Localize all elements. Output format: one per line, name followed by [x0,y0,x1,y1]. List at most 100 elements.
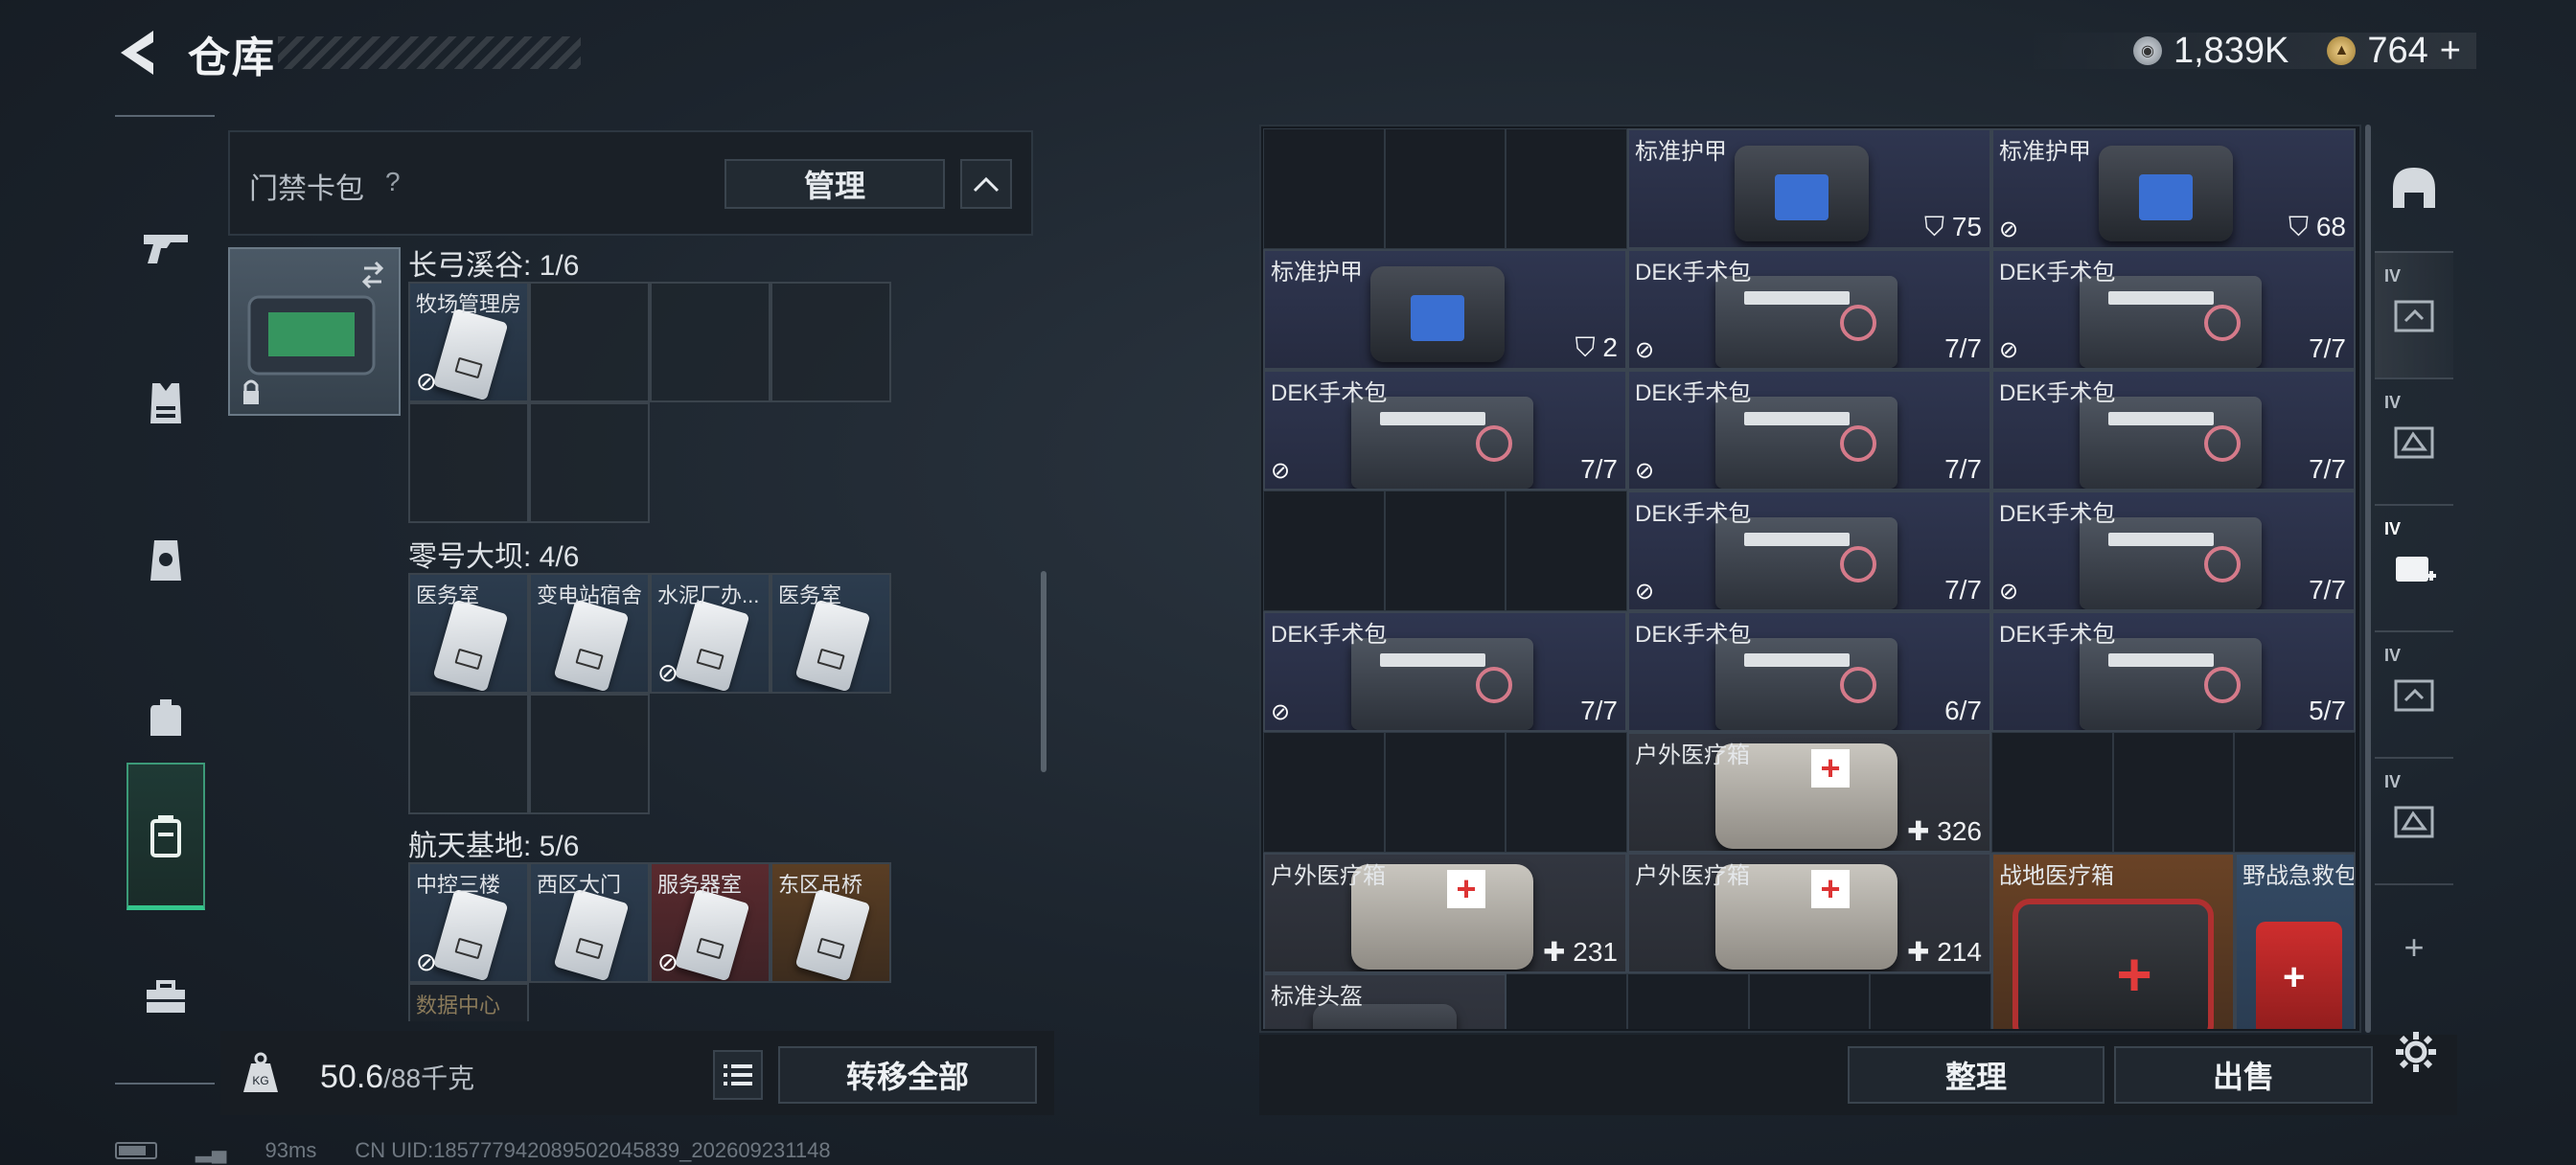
stash-empty-cell[interactable] [1870,973,1991,1029]
settings-button[interactable] [2392,1025,2440,1079]
armor-plate-alt-icon-2 [2394,806,2434,838]
stash-empty-cell[interactable] [1627,973,1749,1029]
stash-item-surgery-kit[interactable]: DEK手术包 ⊘ 7/7 [1627,491,1991,611]
stash-item-surgery-kit[interactable]: DEK手术包 ⊘ 7/7 [1263,611,1627,732]
add-filter-tab[interactable]: + [2375,883,2453,1010]
stash-empty-cell[interactable] [1263,732,1385,853]
stash-item-helmet[interactable]: 标准头盔 [1263,973,1506,1029]
keycard-slot[interactable]: 医务室 [770,573,891,694]
stash-item-outdoor-medkit[interactable]: 户外医疗箱 ✚ 326 [1627,732,1991,853]
stash-item-surgery-kit[interactable]: DEK手术包 ⊘ 7/7 [1627,249,1991,370]
stash-item-surgery-kit[interactable]: DEK手术包 ⊘ 7/7 [1991,491,2356,611]
gun-icon [144,235,188,263]
stash-empty-cell[interactable] [1506,732,1627,853]
stash-empty-cell[interactable] [1506,973,1627,1029]
shield-icon: ⛉ [1924,212,1945,241]
keycard-slot[interactable]: 中控三楼 ⊘ [408,862,529,983]
stash-item-surgery-kit[interactable]: DEK手术包 ⊘ 7/7 [1627,370,1991,491]
stash-empty-cell[interactable] [1384,491,1506,611]
stash-item-surgery-kit[interactable]: DEK手术包 5/7 [1991,611,2356,732]
empty-keycard-slot[interactable] [650,282,770,402]
list-view-button[interactable] [713,1050,763,1100]
manage-button[interactable]: 管理 [724,159,945,209]
stash-item-surgery-kit[interactable]: DEK手术包 ⊘ 7/7 [1263,370,1627,491]
stash-empty-cell[interactable] [2234,732,2356,853]
filter-helmet[interactable] [2375,125,2453,251]
filter-medkit[interactable]: IV [2375,504,2453,630]
nav-weapons[interactable] [126,174,205,322]
nav-keycard-case[interactable] [126,763,205,910]
weight-unit-label: KG [252,1074,268,1087]
stash-item-outdoor-medkit[interactable]: 户外医疗箱 ✚ 214 [1627,853,1991,973]
back-button[interactable] [115,27,161,79]
stash-item-armor[interactable]: 标准护甲 ⛉ 2 [1263,249,1627,370]
keycard-case-slot[interactable] [228,247,401,416]
keycard-label: 数据中心 [416,994,501,1017]
empty-keycard-slot[interactable] [529,402,650,523]
right-filter-nav: IV IV IV IV IV + [2375,125,2453,1033]
stash-empty-cell[interactable] [1991,732,2113,853]
stash-item-outdoor-medkit[interactable]: 户外医疗箱 ✚ 231 [1263,853,1627,973]
stash-empty-cell[interactable] [1263,128,1385,249]
armor-icon [1735,146,1869,241]
no-trade-icon: ⊘ [657,948,678,976]
empty-keycard-slot[interactable] [408,694,529,814]
keycard-slot[interactable]: 牧场管理房 ⊘ [408,282,529,402]
stash-empty-cell[interactable] [1384,732,1506,853]
nav-toolbox[interactable] [126,924,205,1071]
weight-current: 50.6 [320,1059,384,1095]
empty-keycard-slot[interactable] [770,282,891,402]
stash-empty-cell[interactable] [1506,491,1627,611]
stash-item-armor[interactable]: 标准护甲 ⊘ ⛉ 68 [1991,128,2356,249]
empty-keycard-slot[interactable] [529,282,650,402]
transfer-all-button[interactable]: 转移全部 [778,1046,1037,1104]
keycard-slot[interactable]: 东区吊桥 [770,862,891,983]
nav-armor[interactable] [126,330,205,477]
item-label: 户外医疗箱 [1635,742,1750,768]
tier-label: IV [2384,772,2402,791]
filter-armor-plate-alt-2[interactable]: IV [2375,757,2453,883]
surgery-kit-icon [1351,638,1533,730]
stash-empty-cell[interactable] [1263,491,1385,611]
stash-empty-cell[interactable] [1506,128,1627,249]
stash-item-first-aid[interactable]: 野战急救包 [2235,853,2356,1029]
sort-button[interactable]: 整理 [1848,1046,2104,1104]
empty-keycard-slot[interactable] [408,402,529,523]
item-label: 户外医疗箱 [1271,863,1386,889]
surgery-kit-icon [1715,276,1898,368]
stash-item-surgery-kit[interactable]: DEK手术包 6/7 [1627,611,1991,732]
stash-empty-cell[interactable] [2112,732,2235,853]
keycard-slot[interactable]: 服务器室 ⊘ [650,862,770,983]
stash-item-surgery-kit[interactable]: DEK手术包 7/7 [1991,370,2356,491]
keycard-slot[interactable]: 水泥厂办... ⊘ [650,573,770,694]
item-label: DEK手术包 [1635,501,1752,527]
nav-chest-rig[interactable] [126,487,205,634]
filter-armor-plate[interactable]: IV [2375,251,2453,377]
surgery-kit-icon [2080,276,2262,368]
durability-value: ⛉ 75 [1924,212,1982,241]
collapse-button[interactable] [960,159,1012,209]
weight-readout: 50.6/88千克 [320,1058,474,1096]
stash-item-surgery-kit[interactable]: DEK手术包 ⊘ 7/7 [1991,249,2356,370]
no-trade-icon: ⊘ [1271,458,1291,484]
keycard-slot[interactable]: 西区大门 [529,862,650,983]
help-icon[interactable]: ? [385,167,401,197]
keycard-label: 水泥厂办... [657,583,760,607]
sell-button[interactable]: 出售 [2114,1046,2373,1104]
keycard-icon [432,888,509,981]
card-panel-scrollbar[interactable] [1041,571,1046,772]
back-arrow-icon [121,31,153,75]
stash-empty-cell[interactable] [1384,128,1506,249]
no-trade-icon: ⊘ [1999,337,2019,363]
filter-armor-plate-alt[interactable]: IV [2375,377,2453,504]
stash-item-armor[interactable]: 标准护甲 ⛉ 75 [1627,128,1991,249]
keycard-slot[interactable]: 变电站宿舍 [529,573,650,694]
keycard-slot[interactable]: 数据中心 [408,983,529,1021]
filter-armor-plate-2[interactable]: IV [2375,630,2453,757]
keycard-slot[interactable]: 医务室 [408,573,529,694]
stash-scrollbar[interactable] [2365,125,2371,1033]
stash-item-field-medkit[interactable]: 战地医疗箱 [1991,853,2235,1029]
add-currency-button[interactable]: + [2440,31,2461,72]
stash-empty-cell[interactable] [1748,973,1871,1029]
empty-keycard-slot[interactable] [529,694,650,814]
